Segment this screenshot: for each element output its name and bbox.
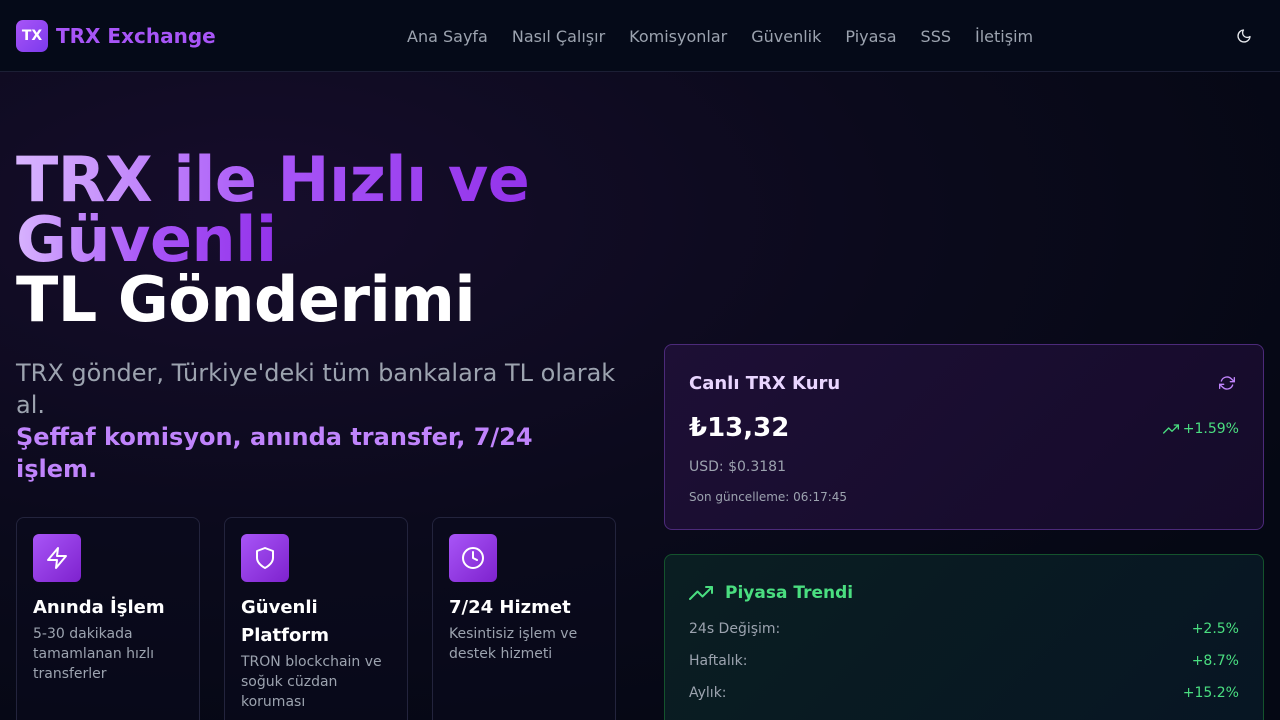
last-updated: Son güncelleme: 06:17:45 — [689, 490, 848, 504]
moon-icon — [1237, 29, 1251, 43]
trend-card-header: Piyasa Trendi — [689, 581, 853, 605]
trending-up-icon — [1162, 424, 1179, 434]
lightning-icon — [33, 534, 81, 582]
price-change-value: +1.59% — [1182, 421, 1239, 437]
trend-value: +2.5% — [1191, 621, 1239, 637]
nav-link-nasil-calisir[interactable]: Nasıl Çalışır — [512, 27, 605, 46]
feature-desc: Kesintisiz işlem ve destek hizmeti — [449, 626, 578, 662]
trx-price: ₺13,32 — [689, 413, 790, 443]
feature-card-instant: Anında İşlem 5-30 dakikada tamamlanan hı… — [16, 517, 200, 720]
feature-title: 7/24 Hizmet — [449, 597, 571, 618]
nav-link-guvenlik[interactable]: Güvenlik — [751, 27, 821, 46]
trend-value: +15.2% — [1182, 685, 1239, 701]
trend-label: Haftalık: — [689, 653, 748, 669]
nav-link-iletisim[interactable]: İletişim — [975, 27, 1033, 46]
trend-label: 24s Değişim: — [689, 621, 781, 637]
hero-title-line3: TL Gönderimi — [16, 263, 476, 336]
trending-up-icon — [689, 586, 713, 600]
brand-logo[interactable]: TX TRX Exchange — [16, 20, 216, 52]
nav-link-ana-sayfa[interactable]: Ana Sayfa — [407, 27, 488, 46]
nav-link-piyasa[interactable]: Piyasa — [845, 27, 896, 46]
feature-card-secure: Güvenli Platform TRON blockchain ve soğu… — [224, 517, 408, 720]
trend-row-weekly: Haftalık: +8.7% — [689, 653, 1239, 669]
hero-title: TRX ile Hızlı ve Güvenli TL Gönderimi — [16, 149, 636, 331]
nav-links: Ana Sayfa Nasıl Çalışır Komisyonlar Güve… — [407, 0, 1057, 72]
feature-title: Anında İşlem — [33, 597, 165, 618]
shield-icon — [241, 534, 289, 582]
live-rate-card: Canlı TRX Kuru ₺13,32 +1.59% USD: $0.318… — [664, 344, 1264, 530]
rate-card-title: Canlı TRX Kuru — [689, 373, 841, 394]
refresh-button[interactable] — [1219, 375, 1235, 391]
top-navbar: TX TRX Exchange Ana Sayfa Nasıl Çalışır … — [0, 0, 1280, 72]
feature-desc: TRON blockchain ve soğuk cüzdan koruması — [241, 654, 382, 710]
brand-name: TRX Exchange — [56, 24, 216, 48]
feature-desc: 5-30 dakikada tamamlanan hızlı transferl… — [33, 626, 155, 682]
nav-link-komisyonlar[interactable]: Komisyonlar — [629, 27, 727, 46]
feature-card-24-7: 7/24 Hizmet Kesintisiz işlem ve destek h… — [432, 517, 616, 720]
refresh-icon — [1219, 376, 1235, 390]
trend-label: Aylık: — [689, 685, 727, 701]
hero-highlight: Şeffaf komisyon, anında transfer, 7/24 i… — [16, 423, 533, 483]
hero-subtitle: TRX gönder, Türkiye'deki tüm bankalara T… — [16, 359, 616, 419]
trend-value: +8.7% — [1191, 653, 1239, 669]
logo-mark: TX — [16, 20, 48, 52]
market-trend-card: Piyasa Trendi 24s Değişim: +2.5% Haftalı… — [664, 554, 1264, 720]
nav-link-sss[interactable]: SSS — [921, 27, 951, 46]
theme-toggle-button[interactable] — [1232, 24, 1256, 48]
clock-icon — [449, 534, 497, 582]
feature-title: Güvenli Platform — [241, 597, 329, 646]
price-change: +1.59% — [1162, 421, 1239, 437]
usd-price: USD: $0.3181 — [689, 459, 786, 475]
trend-row-24h: 24s Değişim: +2.5% — [689, 621, 1239, 637]
trend-card-title: Piyasa Trendi — [725, 583, 854, 603]
trend-row-monthly: Aylık: +15.2% — [689, 685, 1239, 701]
